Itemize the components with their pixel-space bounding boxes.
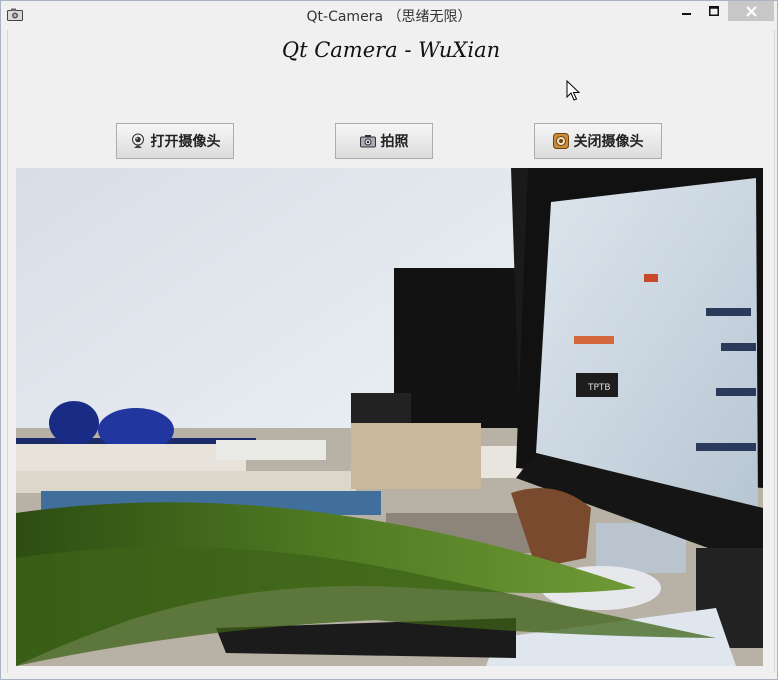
mouse-cursor-icon	[566, 80, 580, 101]
minimize-button[interactable]	[673, 1, 701, 21]
camera-icon	[359, 135, 376, 148]
camera-viewfinder: ТРТВ	[16, 168, 763, 666]
camera-frame-image: ТРТВ	[16, 168, 763, 666]
close-icon	[745, 5, 757, 17]
app-heading: Qt Camera - WuXian	[281, 38, 501, 62]
open-camera-button[interactable]: 打开摄像头	[116, 123, 234, 159]
minimize-icon	[682, 13, 691, 15]
open-camera-label: 打开摄像头	[150, 134, 221, 150]
webcam-icon	[131, 133, 144, 148]
client-area: Qt Camera - WuXian 打开摄像头 拍照 关闭摄像头 ТРТВ	[7, 30, 775, 673]
maximize-icon	[709, 6, 719, 16]
window-title: Qt-Camera （思绪无限）	[306, 9, 472, 25]
maximize-button[interactable]	[701, 1, 727, 21]
monitor-button-text: ТРТВ	[587, 383, 611, 393]
close-camera-button[interactable]: 关闭摄像头	[534, 123, 662, 159]
main-window: Qt-Camera （思绪无限） Qt Camera - WuXian 打开摄像…	[0, 0, 778, 680]
close-camera-label: 关闭摄像头	[573, 134, 644, 150]
capture-button[interactable]: 拍照	[335, 123, 433, 159]
close-camera-icon	[552, 133, 569, 149]
title-bar[interactable]: Qt-Camera （思绪无限）	[1, 1, 777, 29]
close-window-button[interactable]	[728, 1, 774, 21]
capture-label: 拍照	[380, 134, 409, 150]
